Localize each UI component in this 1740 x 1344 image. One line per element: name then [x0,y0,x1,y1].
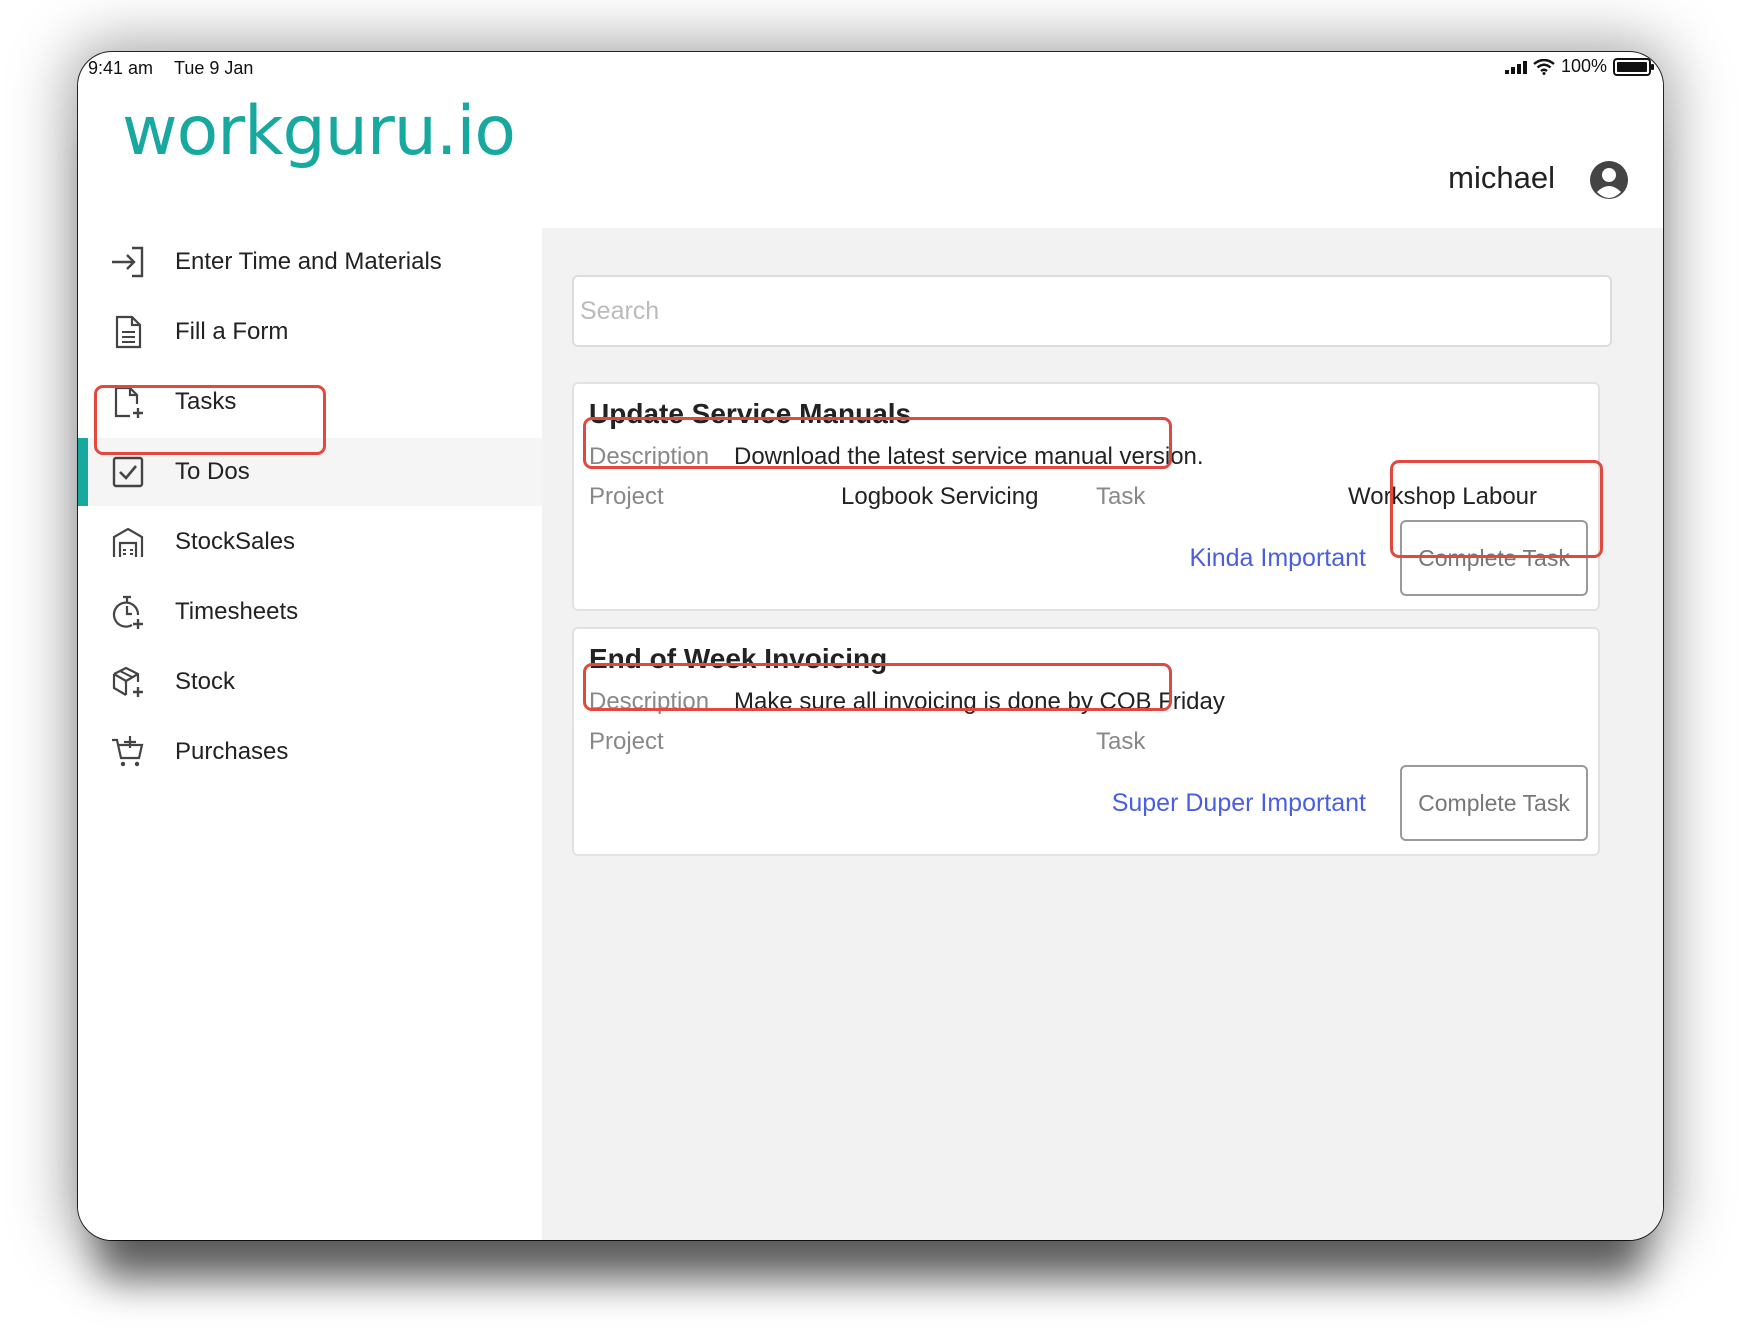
sidebar-item-label: To Dos [175,458,250,485]
todo-title: Update Service Manuals [589,398,912,429]
project-label: Project [589,483,664,510]
battery-percent: 100% [1560,56,1607,76]
sidebar-item-todos[interactable]: To Dos [78,438,542,506]
sidebar-item-purchases[interactable]: Purchases [78,718,542,786]
sidebar-item-label: Enter Time and Materials [175,248,442,275]
task-add-icon [114,386,143,418]
signal-icon [1504,60,1527,74]
form-icon [115,315,142,349]
status-date: Tue 9 Jan [174,58,254,78]
store-icon [112,527,144,557]
cart-icon [112,736,144,767]
sidebar-item-timesheets[interactable]: Timesheets [78,578,542,646]
sidebar-item-label: Purchases [175,738,289,765]
task-value: Workshop Labour [1348,483,1537,510]
project-value: Logbook Servicing [841,483,1039,510]
sidebar-item-stock[interactable]: Stock [78,648,542,716]
priority-link[interactable]: Super Duper Important [1112,789,1366,818]
app-header: workguru.io michael [78,82,1663,228]
sidebar-item-label: Stock [175,668,236,695]
sidebar-item-stocksales[interactable]: StockSales [78,508,542,576]
wifi-icon [1533,58,1555,75]
enter-icon [112,246,144,278]
sidebar-item-fill-form[interactable]: Fill a Form [78,298,542,366]
complete-task-button[interactable]: Complete Task [1400,765,1588,841]
task-label: Task [1096,728,1146,755]
workguru-logo[interactable]: workguru.io [122,92,516,171]
battery-icon [1613,57,1654,76]
sidebar: Enter Time and Materials Fill a Form Tas… [78,228,542,1240]
task-label: Task [1096,483,1146,510]
complete-task-button[interactable]: Complete Task [1400,520,1588,596]
description-value: Download the latest service manual versi… [734,443,1204,470]
sidebar-item-label: Fill a Form [175,318,289,345]
username[interactable]: michael [1448,160,1555,196]
description-label: Description [589,443,710,470]
todo-card: End of Week Invoicing Description Make s… [572,627,1600,856]
package-icon [112,666,143,697]
user-avatar-icon[interactable] [1589,160,1629,200]
sidebar-item-enter-time[interactable]: Enter Time and Materials [78,228,542,296]
sidebar-item-label: Tasks [175,388,237,415]
stopwatch-icon [112,595,143,629]
status-bar: 9:41 am Tue 9 Jan 100% [78,52,1663,82]
project-label: Project [589,728,664,755]
status-right: 100% [1504,56,1654,77]
search-input[interactable] [572,275,1612,347]
sidebar-item-label: Timesheets [175,598,299,625]
priority-link[interactable]: Kinda Important [1190,544,1367,573]
description-label: Description [589,688,710,715]
main-content: Update Service Manuals Description Downl… [542,228,1663,1240]
sidebar-item-label: StockSales [175,528,296,555]
todo-title: End of Week Invoicing [589,643,888,674]
tablet-frame: 9:41 am Tue 9 Jan 100% workguru.io micha… [78,52,1663,1240]
todo-card: Update Service Manuals Description Downl… [572,382,1600,611]
active-indicator [78,438,88,506]
checkbox-icon [112,456,144,488]
description-value: Make sure all invoicing is done by COB F… [734,688,1225,715]
sidebar-item-tasks[interactable]: Tasks [78,368,542,436]
status-time: 9:41 am [88,58,154,78]
